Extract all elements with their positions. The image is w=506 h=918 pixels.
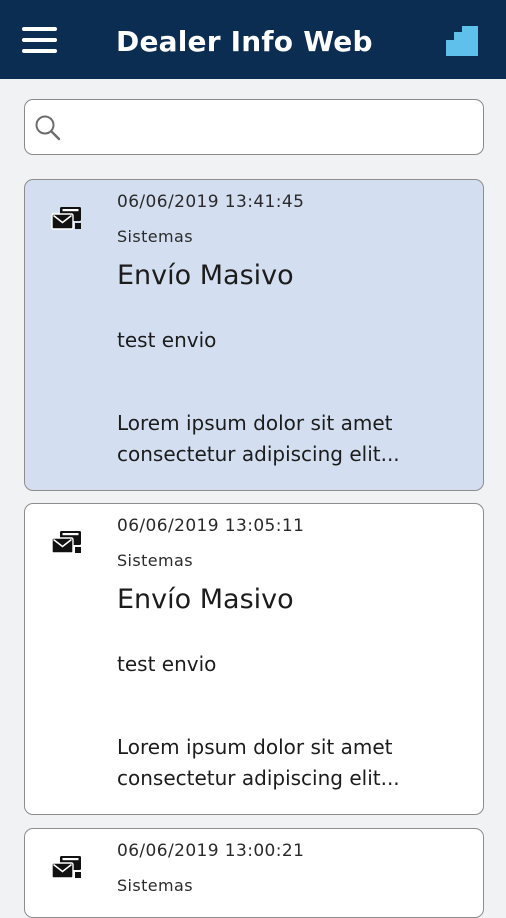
- message-sender: Sistemas: [117, 876, 193, 895]
- message-sender: Sistemas: [117, 227, 193, 246]
- message-date: 06/06/2019 13:05:11: [117, 516, 305, 536]
- message-subject: test envio: [117, 652, 217, 676]
- search-input[interactable]: [69, 106, 473, 150]
- search-icon: [35, 115, 61, 141]
- message-date: 06/06/2019 13:00:21: [117, 841, 305, 861]
- message-preview-line: consectetur adipiscing elit...: [117, 766, 400, 790]
- mail-envelopes-icon: [51, 856, 81, 879]
- message-preview: Lorem ipsum dolor sit amet consectetur a…: [117, 408, 462, 470]
- mail-envelopes-icon: [51, 207, 81, 230]
- app-logo-icon[interactable]: [446, 26, 478, 56]
- message-title: Envío Masivo: [117, 260, 294, 291]
- hamburger-menu-icon[interactable]: [22, 27, 58, 55]
- message-preview-line: Lorem ipsum dolor sit amet: [117, 735, 393, 759]
- message-date: 06/06/2019 13:41:45: [117, 192, 305, 212]
- message-card[interactable]: 06/06/2019 13:05:11 Sistemas Envío Masiv…: [24, 503, 484, 815]
- app-bar: Dealer Info Web: [0, 0, 506, 79]
- message-title: Envío Masivo: [117, 584, 294, 615]
- search-box[interactable]: [24, 99, 484, 155]
- app-title: Dealer Info Web: [116, 25, 373, 58]
- message-subject: test envio: [117, 328, 217, 352]
- message-preview: Lorem ipsum dolor sit amet consectetur a…: [117, 732, 462, 794]
- message-sender: Sistemas: [117, 551, 193, 570]
- message-preview-line: Lorem ipsum dolor sit amet: [117, 411, 393, 435]
- message-preview-line: consectetur adipiscing elit...: [117, 442, 400, 466]
- message-card[interactable]: 06/06/2019 13:00:21 Sistemas: [24, 828, 484, 918]
- message-card[interactable]: 06/06/2019 13:41:45 Sistemas Envío Masiv…: [24, 179, 484, 491]
- mail-envelopes-icon: [51, 531, 81, 554]
